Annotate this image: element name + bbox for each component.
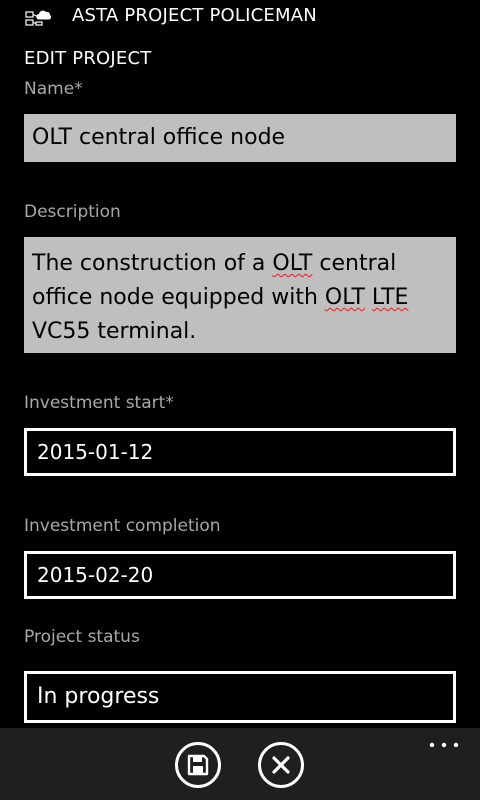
app-bar — [0, 728, 480, 800]
description-text: The construction of a — [32, 251, 273, 276]
name-label: Name* — [24, 79, 83, 99]
investment-completion-label: Investment completion — [24, 516, 221, 536]
project-status-select[interactable]: In progress — [24, 671, 456, 723]
investment-completion-value: 2015-02-20 — [37, 563, 154, 587]
investment-completion-field[interactable]: 2015-02-20 — [24, 551, 456, 599]
save-button[interactable] — [175, 742, 221, 788]
description-label: Description — [24, 202, 121, 222]
spellcheck-word: OLT — [272, 251, 313, 276]
app-header: ASTA PROJECT POLICEMAN — [0, 0, 480, 36]
save-icon — [187, 754, 209, 776]
close-icon — [272, 756, 290, 774]
spellcheck-word: LTE — [371, 285, 409, 310]
description-field[interactable]: The construction of a OLT central office… — [24, 237, 456, 353]
spellcheck-word: OLT — [324, 285, 365, 310]
description-text — [365, 285, 372, 310]
cancel-button[interactable] — [258, 742, 304, 788]
description-text: VC55 terminal. — [32, 319, 197, 344]
investment-start-label: Investment start* — [24, 393, 174, 413]
page-title: EDIT PROJECT — [24, 48, 152, 69]
app-title: ASTA PROJECT POLICEMAN — [72, 5, 317, 26]
project-status-value: In progress — [37, 684, 160, 709]
more-dots-icon[interactable] — [424, 738, 464, 752]
description-value: The construction of a OLT central office… — [32, 247, 448, 349]
investment-start-field[interactable]: 2015-01-12 — [24, 428, 456, 476]
project-status-label: Project status — [24, 627, 140, 647]
investment-start-value: 2015-01-12 — [37, 440, 154, 464]
name-value: OLT central office node — [32, 125, 286, 150]
cloud-network-icon — [25, 10, 52, 26]
name-field[interactable]: OLT central office node — [24, 114, 456, 162]
